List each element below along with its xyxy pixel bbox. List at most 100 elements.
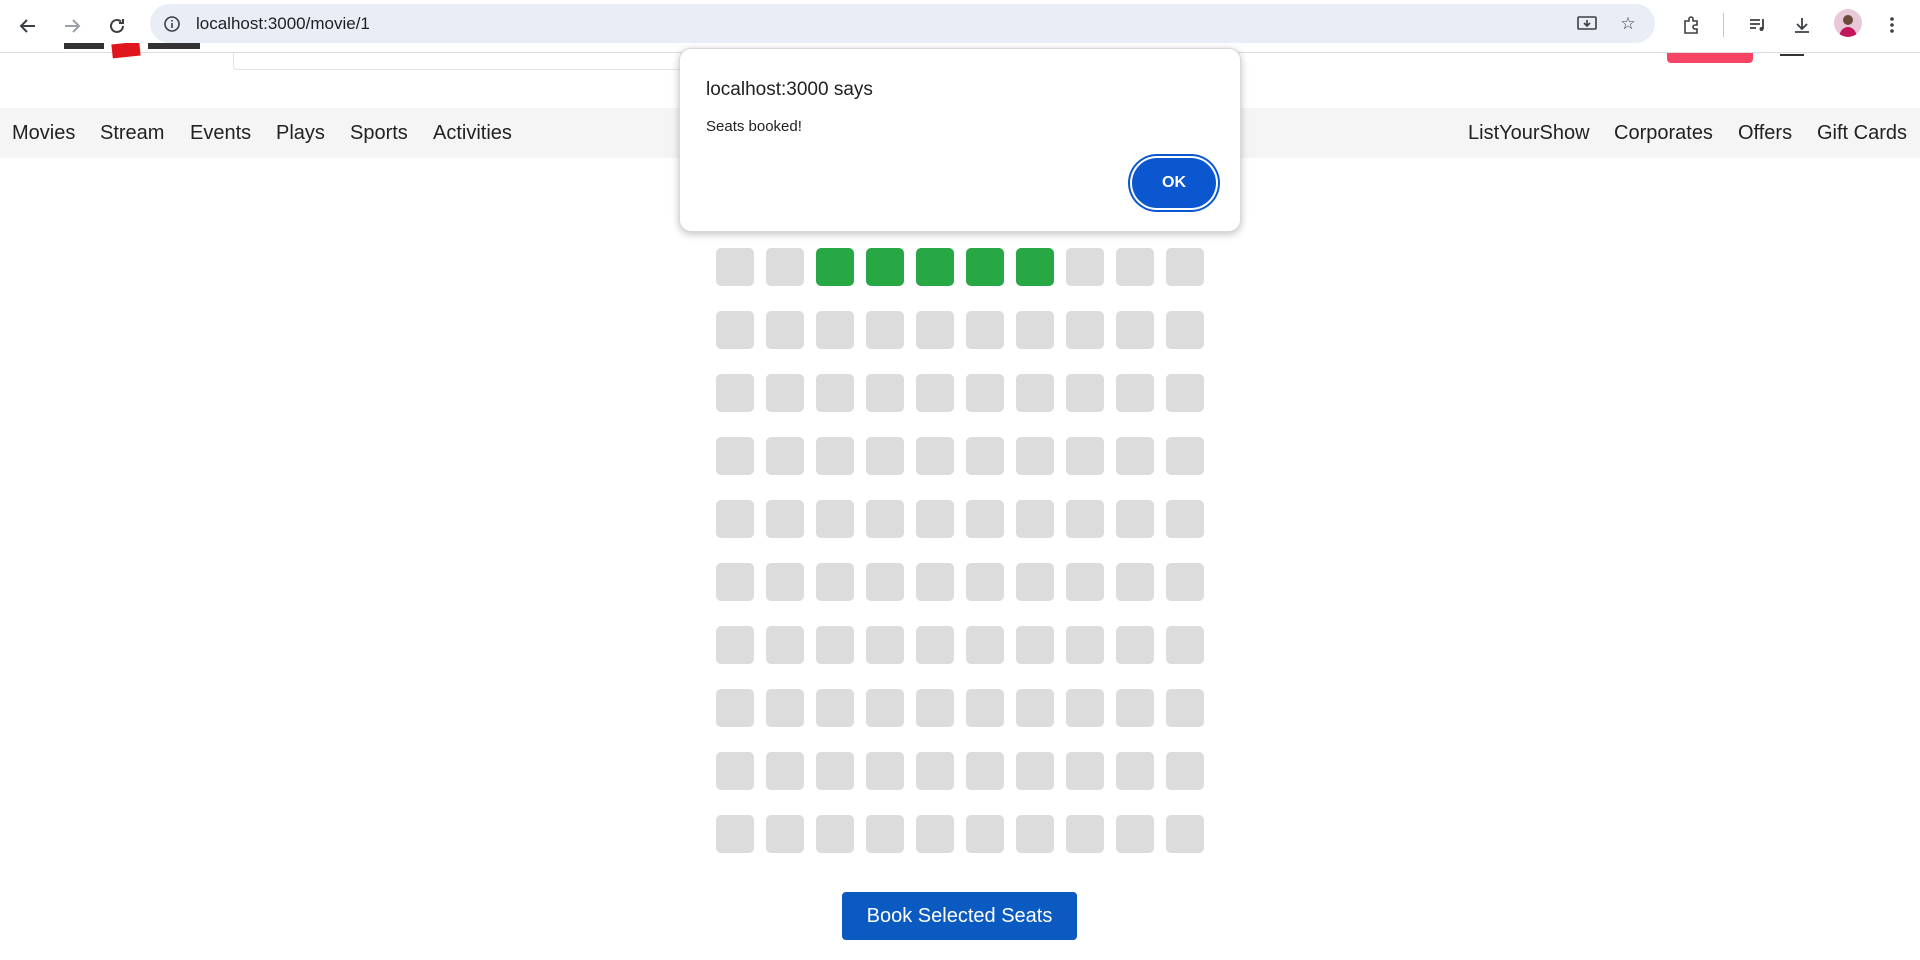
seat[interactable] bbox=[1166, 500, 1204, 538]
back-icon[interactable] bbox=[12, 10, 44, 42]
seat[interactable] bbox=[1166, 374, 1204, 412]
seat[interactable] bbox=[766, 689, 804, 727]
seat[interactable] bbox=[1116, 374, 1154, 412]
profile-avatar[interactable] bbox=[1834, 9, 1862, 37]
seat[interactable] bbox=[1016, 689, 1054, 727]
extensions-icon[interactable] bbox=[1676, 10, 1706, 40]
seat[interactable] bbox=[816, 563, 854, 601]
seat[interactable] bbox=[866, 752, 904, 790]
seat[interactable] bbox=[1116, 248, 1154, 286]
seat[interactable] bbox=[966, 374, 1004, 412]
nav-item-corporates[interactable]: Corporates bbox=[1614, 122, 1713, 145]
seat[interactable] bbox=[716, 374, 754, 412]
seat[interactable] bbox=[1066, 626, 1104, 664]
seat[interactable] bbox=[816, 752, 854, 790]
site-info-icon[interactable] bbox=[160, 12, 184, 36]
seat[interactable] bbox=[916, 626, 954, 664]
seat[interactable] bbox=[966, 500, 1004, 538]
seat[interactable] bbox=[716, 563, 754, 601]
seat[interactable] bbox=[1066, 311, 1104, 349]
seat-selected[interactable] bbox=[866, 248, 904, 286]
seat[interactable] bbox=[1166, 311, 1204, 349]
nav-item-plays[interactable]: Plays bbox=[276, 122, 325, 145]
seat[interactable] bbox=[716, 248, 754, 286]
forward-icon[interactable] bbox=[56, 10, 88, 42]
seat[interactable] bbox=[716, 689, 754, 727]
seat[interactable] bbox=[1066, 752, 1104, 790]
seat[interactable] bbox=[1166, 752, 1204, 790]
seat-selected[interactable] bbox=[816, 248, 854, 286]
seat[interactable] bbox=[1016, 752, 1054, 790]
nav-item-events[interactable]: Events bbox=[190, 122, 251, 145]
seat[interactable] bbox=[1066, 437, 1104, 475]
seat[interactable] bbox=[766, 311, 804, 349]
seat[interactable] bbox=[1116, 563, 1154, 601]
seat[interactable] bbox=[1166, 689, 1204, 727]
seat[interactable] bbox=[1116, 752, 1154, 790]
seat[interactable] bbox=[1116, 311, 1154, 349]
seat[interactable] bbox=[1016, 563, 1054, 601]
seat[interactable] bbox=[716, 311, 754, 349]
nav-item-gift-cards[interactable]: Gift Cards bbox=[1817, 122, 1907, 145]
seat[interactable] bbox=[766, 500, 804, 538]
seat[interactable] bbox=[916, 500, 954, 538]
seat[interactable] bbox=[766, 437, 804, 475]
address-bar[interactable]: localhost:3000/movie/1 ☆ bbox=[150, 4, 1655, 43]
seat[interactable] bbox=[1166, 563, 1204, 601]
seat[interactable] bbox=[816, 689, 854, 727]
seat[interactable] bbox=[866, 437, 904, 475]
seat[interactable] bbox=[716, 437, 754, 475]
hamburger-menu-icon[interactable] bbox=[1780, 54, 1804, 56]
seat[interactable] bbox=[816, 311, 854, 349]
seat[interactable] bbox=[1116, 815, 1154, 853]
seat[interactable] bbox=[1016, 374, 1054, 412]
media-controls-icon[interactable] bbox=[1743, 10, 1773, 40]
seat[interactable] bbox=[716, 815, 754, 853]
seat[interactable] bbox=[1066, 500, 1104, 538]
seat[interactable] bbox=[866, 500, 904, 538]
seat[interactable] bbox=[1166, 437, 1204, 475]
seat[interactable] bbox=[1166, 815, 1204, 853]
book-selected-seats-button[interactable]: Book Selected Seats bbox=[842, 892, 1077, 940]
seat[interactable] bbox=[866, 374, 904, 412]
seat-selected[interactable] bbox=[1016, 248, 1054, 286]
seat[interactable] bbox=[966, 626, 1004, 664]
seat[interactable] bbox=[716, 626, 754, 664]
seat[interactable] bbox=[966, 311, 1004, 349]
seat[interactable] bbox=[766, 752, 804, 790]
nav-item-movies[interactable]: Movies bbox=[12, 122, 75, 145]
seat[interactable] bbox=[966, 437, 1004, 475]
seat[interactable] bbox=[1016, 500, 1054, 538]
seat[interactable] bbox=[1016, 311, 1054, 349]
seat[interactable] bbox=[816, 374, 854, 412]
seat[interactable] bbox=[866, 815, 904, 853]
seat-selected[interactable] bbox=[916, 248, 954, 286]
sign-in-button[interactable] bbox=[1667, 53, 1753, 63]
nav-item-activities[interactable]: Activities bbox=[433, 122, 512, 145]
seat[interactable] bbox=[816, 815, 854, 853]
ok-button[interactable]: OK bbox=[1132, 158, 1216, 208]
seat[interactable] bbox=[816, 626, 854, 664]
seat[interactable] bbox=[966, 563, 1004, 601]
seat[interactable] bbox=[716, 752, 754, 790]
seat[interactable] bbox=[866, 689, 904, 727]
seat[interactable] bbox=[916, 374, 954, 412]
seat[interactable] bbox=[916, 563, 954, 601]
nav-item-offers[interactable]: Offers bbox=[1738, 122, 1792, 145]
seat[interactable] bbox=[816, 500, 854, 538]
install-app-icon[interactable] bbox=[1575, 12, 1599, 36]
seat[interactable] bbox=[766, 626, 804, 664]
seat[interactable] bbox=[866, 563, 904, 601]
bookmark-star-icon[interactable]: ☆ bbox=[1616, 12, 1640, 36]
seat[interactable] bbox=[1066, 689, 1104, 727]
nav-item-sports[interactable]: Sports bbox=[350, 122, 408, 145]
seat[interactable] bbox=[966, 689, 1004, 727]
seat[interactable] bbox=[916, 752, 954, 790]
seat[interactable] bbox=[1166, 248, 1204, 286]
seat[interactable] bbox=[1016, 815, 1054, 853]
seat[interactable] bbox=[1066, 815, 1104, 853]
seat[interactable] bbox=[1066, 248, 1104, 286]
seat[interactable] bbox=[1016, 437, 1054, 475]
seat[interactable] bbox=[866, 626, 904, 664]
seat[interactable] bbox=[1116, 689, 1154, 727]
